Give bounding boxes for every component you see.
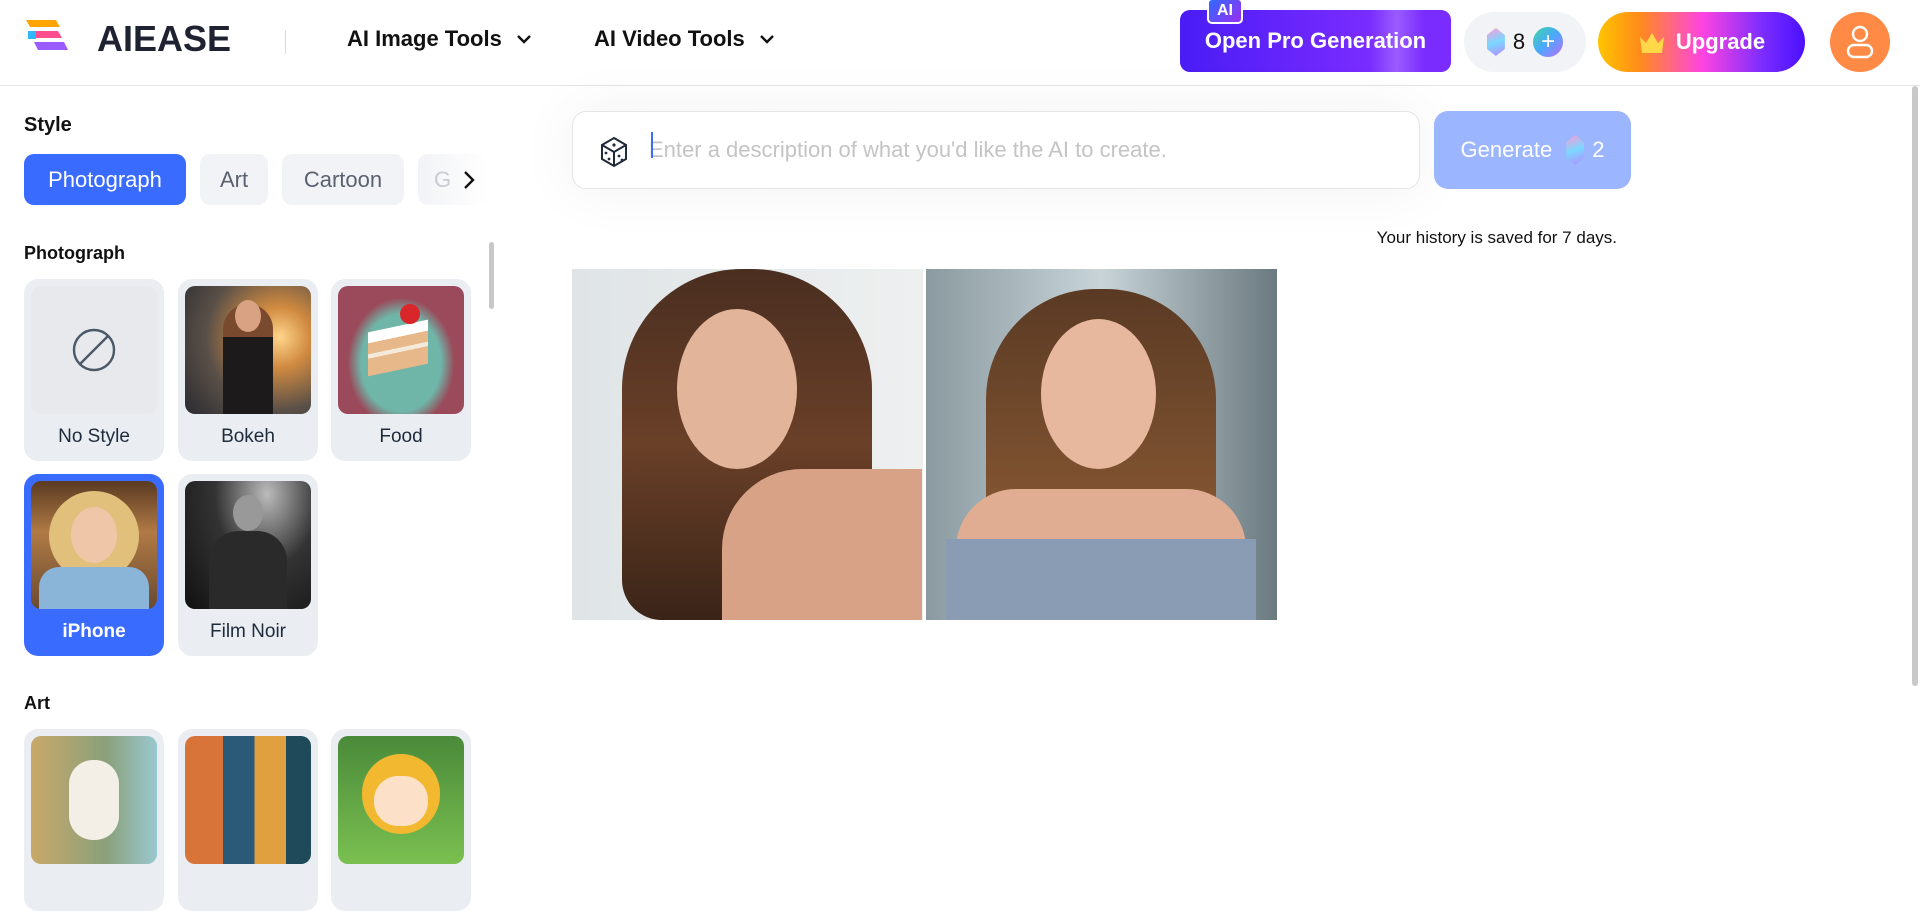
chevron-right-icon[interactable] <box>462 170 476 190</box>
food-thumbnail <box>338 286 464 414</box>
upgrade-label: Upgrade <box>1675 29 1766 54</box>
tab-photograph[interactable]: Photograph <box>24 154 186 205</box>
style-card-iphone[interactable]: iPhone <box>24 474 164 656</box>
photograph-heading: Photograph <box>24 243 125 263</box>
style-heading: Style <box>24 114 72 136</box>
nav-ai-video-tools[interactable]: AI Video Tools <box>594 26 775 52</box>
pixel-girl-thumbnail <box>338 736 464 864</box>
ai-badge: AI <box>1207 0 1243 24</box>
style-card-no-style[interactable]: No Style <box>24 279 164 461</box>
history-note: Your history is saved for 7 days. <box>1376 228 1617 247</box>
iphone-thumbnail <box>31 481 157 609</box>
art-style-card[interactable] <box>24 729 164 911</box>
pro-button-label: Open Pro Generation <box>1204 28 1427 53</box>
style-card-label: Food <box>379 426 423 447</box>
prompt-box <box>572 111 1420 189</box>
upgrade-button[interactable]: Upgrade <box>1598 12 1805 72</box>
chevron-down-icon <box>516 35 531 44</box>
result-image[interactable] <box>926 269 1277 620</box>
art-style-card[interactable] <box>178 729 318 911</box>
style-card-label: No Style <box>58 426 130 447</box>
chevron-down-icon <box>759 35 774 44</box>
bokeh-thumbnail <box>185 286 311 414</box>
no-style-icon <box>31 286 157 414</box>
gem-icon <box>1566 135 1585 165</box>
page-scrollbar[interactable] <box>1912 86 1918 686</box>
generate-button[interactable]: Generate 2 <box>1434 111 1631 189</box>
gem-icon <box>1486 28 1505 56</box>
user-icon <box>1846 25 1874 59</box>
style-card-food[interactable]: Food <box>331 279 471 461</box>
crown-icon <box>1639 33 1664 53</box>
style-card-label: iPhone <box>62 621 126 642</box>
nav-label: AI Image Tools <box>347 26 502 51</box>
art-style-card[interactable] <box>331 729 471 911</box>
style-card-film-noir[interactable]: Film Noir <box>178 474 318 656</box>
cubist-building-thumbnail <box>185 736 311 864</box>
style-card-bokeh[interactable]: Bokeh <box>178 279 318 461</box>
generate-label: Generate <box>1460 137 1553 162</box>
top-bar: AIEASE AI Image Tools AI Video Tools Ope… <box>0 0 1920 86</box>
credits-pill[interactable]: 8 + <box>1464 12 1586 72</box>
logo-text: AIEASE <box>97 18 232 59</box>
divider <box>285 30 286 54</box>
generate-cost: 2 <box>1592 137 1605 162</box>
style-card-label: Bokeh <box>221 426 275 447</box>
logo-icon[interactable] <box>24 20 80 56</box>
tab-cartoon[interactable]: Cartoon <box>282 154 404 205</box>
sidebar-scrollbar[interactable] <box>489 242 494 309</box>
nav-ai-image-tools[interactable]: AI Image Tools <box>347 26 532 52</box>
plus-icon[interactable]: + <box>1533 27 1564 57</box>
cat-thumbnail <box>31 736 157 864</box>
film-noir-thumbnail <box>185 481 311 609</box>
prompt-input[interactable] <box>649 132 1389 168</box>
credits-count: 8 <box>1512 29 1526 54</box>
tab-more[interactable]: G <box>418 154 488 205</box>
tab-art[interactable]: Art <box>200 154 268 205</box>
text-caret <box>651 132 653 158</box>
nav-label: AI Video Tools <box>594 26 745 51</box>
style-card-label: Film Noir <box>210 621 286 642</box>
art-heading: Art <box>24 693 50 713</box>
result-image[interactable] <box>572 269 923 620</box>
dice-icon[interactable] <box>599 136 629 168</box>
avatar[interactable] <box>1830 12 1890 72</box>
